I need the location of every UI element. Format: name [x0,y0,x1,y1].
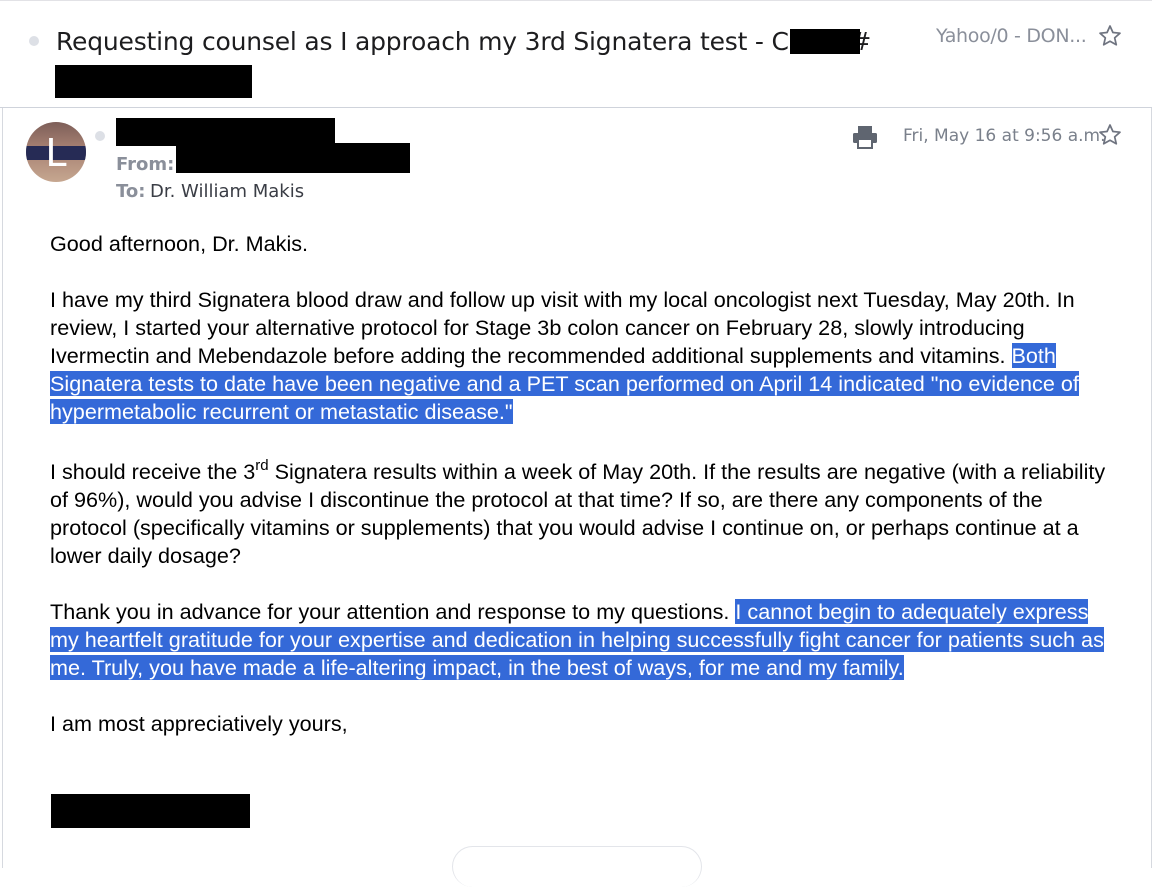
redacted-sender-name [116,118,335,146]
message-star-icon[interactable] [1097,122,1123,148]
message-body: Good afternoon, Dr. Makis. I have my thi… [50,230,1110,738]
sender-avatar[interactable]: L [26,122,86,182]
thread-subject: Requesting counsel as I approach my 3rd … [56,27,872,56]
unread-dot-icon [29,36,39,46]
paragraph-3-text: Thank you in advance for your attention … [50,599,730,624]
star-icon[interactable] [1097,23,1123,49]
from-label: From: [116,154,175,175]
message-date: Fri, May 16 at 9:56 a.m. [903,126,1106,146]
redacted-subject-continuation [55,65,252,98]
print-icon[interactable] [851,124,879,150]
paragraph-2: I should receive the 3rd Signatera resul… [50,458,1110,570]
recipient-name[interactable]: Dr. William Makis [150,181,304,202]
folder-label[interactable]: Yahoo/0 - DON... [936,25,1087,47]
thread-header: Requesting counsel as I approach my 3rd … [0,0,1152,108]
sender-status-dot-icon [95,131,105,141]
closing: I am most appreciatively yours, [50,711,348,736]
paragraph-1: I have my third Signatera blood draw and… [50,286,1110,426]
reply-bar[interactable] [452,846,702,887]
redacted-client-number [790,29,860,54]
to-label: To: [116,181,146,202]
greeting: Good afternoon, Dr. Makis. [50,231,309,256]
redacted-sender-email [176,143,410,173]
avatar-letter: L [45,131,67,175]
redacted-signature [51,794,250,828]
paragraph-1-text: I have my third Signatera blood draw and… [50,287,1075,368]
paragraph-3: Thank you in advance for your attention … [50,598,1110,682]
paragraph-2-text-a: I should receive the 3 [50,459,256,484]
ordinal-suffix: rd [255,457,269,474]
